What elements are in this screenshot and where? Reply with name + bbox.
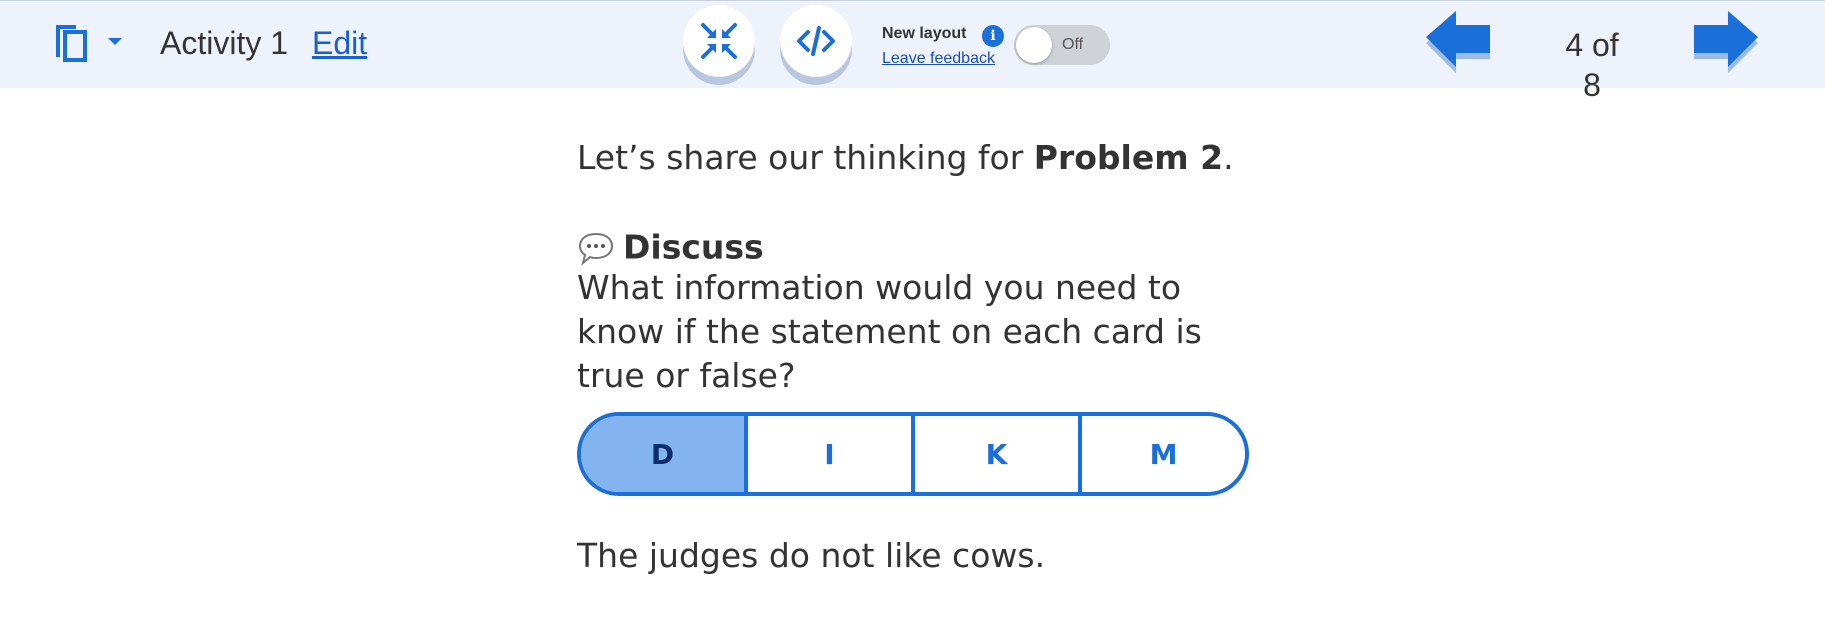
intro-prefix: Let’s share our thinking for — [577, 138, 1034, 177]
intro-suffix: . — [1223, 138, 1234, 177]
card-statement: The judges do not like cows. — [577, 536, 1046, 575]
card-option-m[interactable]: M — [1078, 416, 1245, 492]
intro-text: Let’s share our thinking for Problem 2. — [577, 132, 1234, 184]
discussion-question: What information would you need to know … — [577, 268, 1202, 395]
previous-screen-button[interactable] — [1424, 9, 1496, 73]
chevron-down-icon[interactable] — [106, 33, 124, 45]
code-view-button[interactable] — [780, 5, 852, 77]
leave-feedback-link[interactable]: Leave feedback — [882, 50, 995, 68]
copy-icon[interactable] — [52, 21, 92, 65]
card-option-k[interactable]: K — [911, 416, 1078, 492]
arrow-right-icon — [1694, 11, 1758, 73]
card-selector: D I K M — [577, 412, 1249, 496]
activity-title: Activity 1 — [160, 25, 289, 61]
collapse-button[interactable] — [683, 5, 755, 77]
speech-bubble-icon — [577, 230, 615, 266]
new-layout-label: New layout — [882, 25, 967, 42]
next-screen-button[interactable] — [1688, 9, 1760, 73]
intro-problem-ref: Problem 2 — [1033, 138, 1224, 177]
new-layout-toggle[interactable]: Off — [1014, 25, 1110, 65]
card-option-i[interactable]: I — [744, 416, 911, 492]
toggle-knob — [1016, 27, 1052, 63]
discuss-label: Discuss — [623, 227, 764, 267]
arrow-left-icon — [1426, 11, 1490, 73]
info-icon[interactable]: i — [982, 25, 1004, 47]
toggle-state-label: Off — [1062, 36, 1084, 53]
edit-link[interactable]: Edit — [312, 21, 367, 65]
collapse-arrows-icon — [701, 23, 737, 59]
top-toolbar: Activity 1 Edit New layout i Leave feedb… — [0, 0, 1825, 103]
card-option-d[interactable]: D — [581, 416, 744, 492]
page-indicator: 4 of 8 — [1565, 27, 1619, 103]
code-icon — [797, 26, 835, 56]
